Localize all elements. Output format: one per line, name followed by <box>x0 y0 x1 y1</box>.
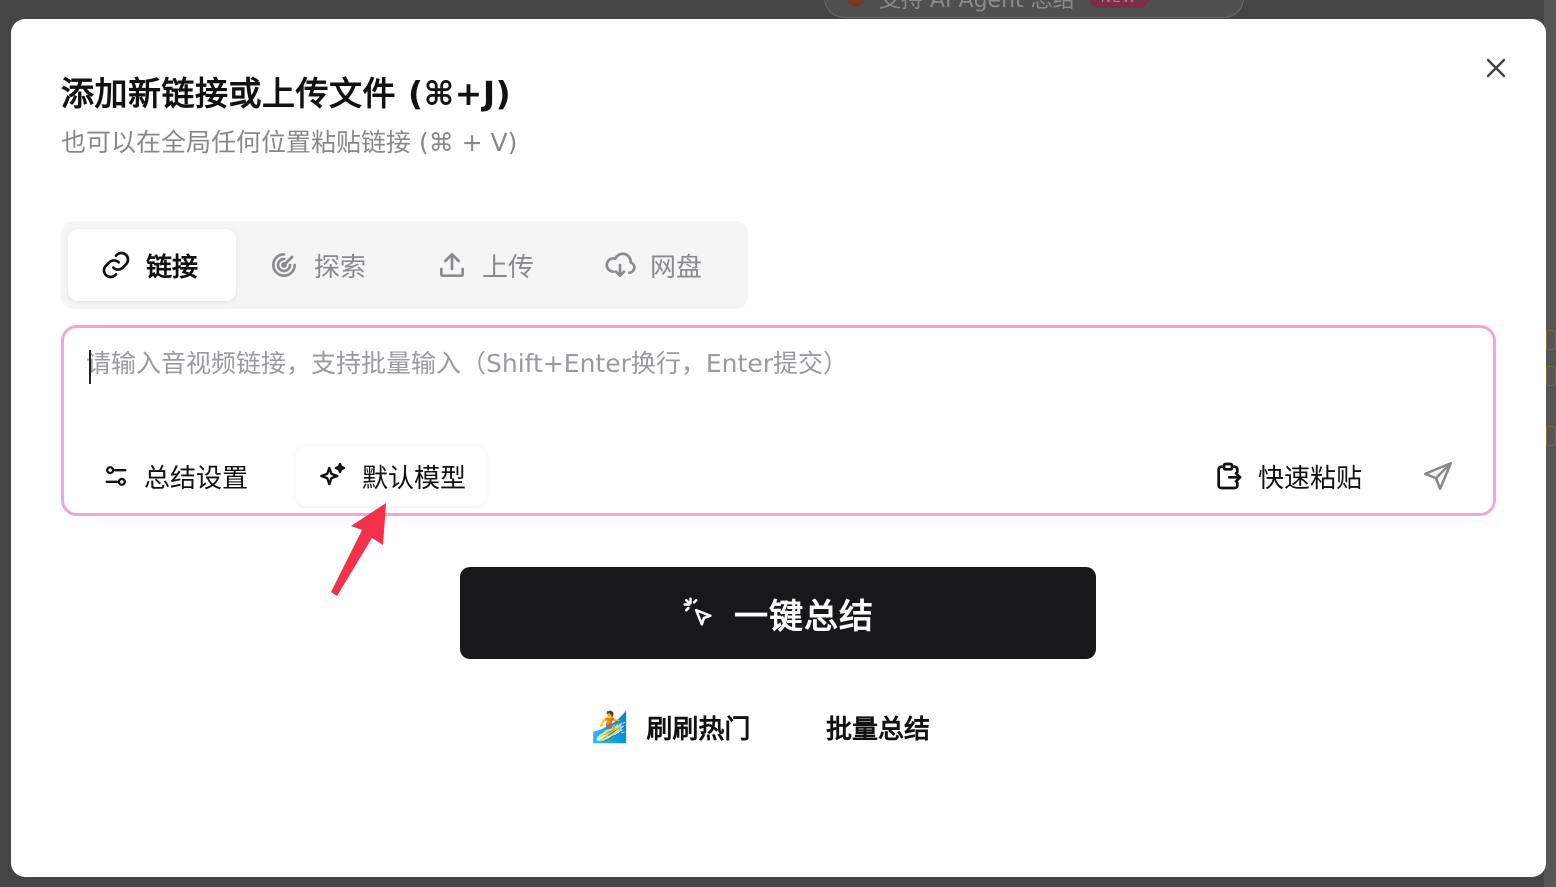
upload-icon <box>440 253 464 277</box>
new-badge: NEW <box>1088 0 1149 8</box>
background-mark <box>1546 330 1556 350</box>
batch-summary-link[interactable]: 批量总结 <box>826 703 930 751</box>
send-icon <box>1423 461 1453 491</box>
sliders-icon <box>105 466 127 486</box>
text-caret <box>89 350 91 384</box>
link-input[interactable] <box>86 344 1466 404</box>
clipboard-paste-icon <box>1217 462 1242 490</box>
tab-cloud-drive[interactable]: 网盘 <box>572 229 740 301</box>
summary-settings-button[interactable]: 总结设置 <box>102 446 248 506</box>
modal-subtitle: 也可以在全局任何位置粘贴链接 (⌘ + V) <box>61 128 518 157</box>
modal-title: 添加新链接或上传文件 (⌘+J) <box>61 74 512 113</box>
background-announcement-pill: 支持 AI Agent 总结 NEW <box>824 0 1244 18</box>
tab-upload-label: 上传 <box>482 252 535 283</box>
click-cursor-icon <box>683 597 712 626</box>
trending-link[interactable]: 🏄 刷刷热门 <box>591 703 750 751</box>
fire-icon <box>847 0 865 7</box>
background-mark <box>1546 366 1556 386</box>
source-tabs: 链接 探索 上传 网盘 <box>61 221 748 309</box>
one-click-summary-button[interactable]: 一键总结 <box>460 567 1096 659</box>
add-link-modal: 添加新链接或上传文件 (⌘+J) 也可以在全局任何位置粘贴链接 (⌘ + V) … <box>11 19 1546 877</box>
tab-link[interactable]: 链接 <box>68 229 236 301</box>
radar-icon <box>272 253 296 277</box>
tab-link-label: 链接 <box>146 252 199 283</box>
link-icon <box>102 251 130 279</box>
surfer-icon: 🏄 <box>591 709 629 745</box>
close-button[interactable] <box>1481 53 1511 83</box>
tab-explore-label: 探索 <box>314 252 367 283</box>
trending-label: 刷刷热门 <box>646 714 751 745</box>
quick-paste-button[interactable]: 快速粘贴 <box>1212 446 1362 506</box>
quick-paste-label: 快速粘贴 <box>1258 463 1363 494</box>
send-button[interactable] <box>1416 454 1460 498</box>
cloud-download-icon <box>605 252 636 277</box>
tab-cloud-drive-label: 网盘 <box>650 252 703 283</box>
tab-explore[interactable]: 探索 <box>236 229 404 301</box>
tab-upload[interactable]: 上传 <box>404 229 572 301</box>
background-pill-text: 支持 AI Agent 总结 <box>879 0 1075 13</box>
background-mark <box>1546 426 1556 446</box>
summary-settings-label: 总结设置 <box>144 463 249 494</box>
default-model-button[interactable]: 默认模型 <box>296 446 487 506</box>
bottom-links: 🏄 刷刷热门 批量总结 <box>11 703 1546 751</box>
sparkles-icon <box>320 462 346 486</box>
link-input-box: 总结设置 默认模型 快速粘贴 <box>61 325 1496 516</box>
default-model-label: 默认模型 <box>362 463 467 494</box>
one-click-summary-label: 一键总结 <box>734 596 874 637</box>
close-icon <box>1486 58 1506 78</box>
batch-summary-label: 批量总结 <box>826 714 931 745</box>
